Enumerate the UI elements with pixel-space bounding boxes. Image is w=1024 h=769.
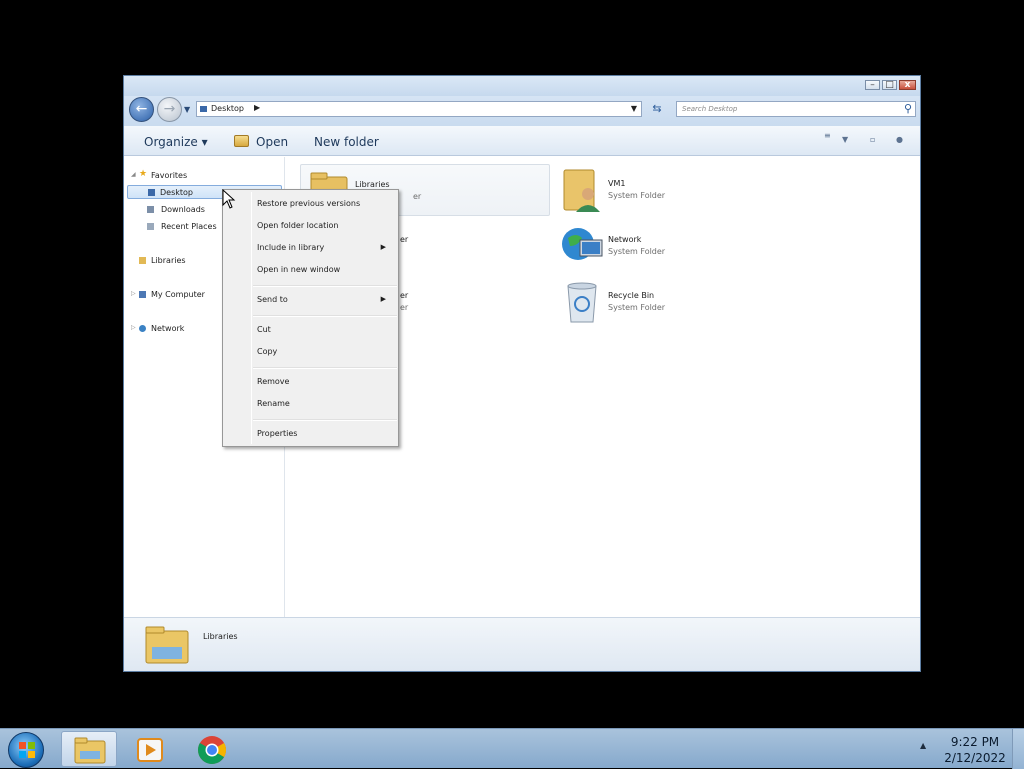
- details-pane: Libraries: [124, 617, 920, 671]
- open-button[interactable]: Open: [256, 135, 288, 149]
- clock-date[interactable]: 2/12/2022: [942, 751, 1008, 765]
- search-placeholder: Search Desktop: [682, 105, 738, 113]
- recent-pages-dropdown[interactable]: ▼: [184, 105, 190, 114]
- computer-icon: [139, 291, 146, 298]
- title-bar[interactable]: – □ x: [124, 76, 920, 96]
- command-bar: Organize ▾ Open New folder ≡ ▼ ▫ ●: [124, 126, 920, 156]
- desktop-folder-icon: [200, 106, 207, 112]
- item-vm1[interactable]: VM1 System Folder: [554, 164, 804, 216]
- forward-arrow-icon: →: [163, 101, 176, 117]
- downloads-icon: [147, 206, 154, 213]
- taskbar: ▲ 9:22 PM 2/12/2022: [0, 728, 1024, 769]
- nav-libraries-label: Libraries: [151, 256, 186, 265]
- menu-separator: [253, 367, 397, 369]
- navigation-bar: ← → ▼ Desktop ▶ ▼ ⇆ Search Desktop ⚲: [124, 96, 920, 126]
- submenu-arrow-icon: ▶: [380, 295, 386, 303]
- context-menu: Restore previous versions Open folder lo…: [222, 189, 399, 447]
- menu-separator: [253, 419, 397, 421]
- back-arrow-icon: ←: [135, 101, 148, 117]
- new-folder-button[interactable]: New folder: [314, 135, 379, 149]
- item-type: System Folder: [608, 191, 666, 200]
- refresh-button[interactable]: ⇆: [647, 101, 667, 117]
- item-name: Recycle Bin: [608, 291, 655, 300]
- recycle-bin-icon: [567, 282, 597, 323]
- start-button[interactable]: [8, 732, 44, 768]
- network-icon: [139, 325, 146, 332]
- item-type: System Folder: [608, 303, 666, 312]
- network-icon: [562, 228, 603, 260]
- nav-desktop-label: Desktop: [160, 188, 193, 197]
- submenu-arrow-icon: ▶: [380, 243, 386, 251]
- clock-time[interactable]: 9:22 PM: [942, 735, 1008, 749]
- address-dropdown-icon[interactable]: ▼: [631, 104, 637, 113]
- system-tray: ▲ 9:22 PM 2/12/2022: [916, 729, 1024, 769]
- nav-favorites-label: Favorites: [151, 171, 188, 180]
- taskbar-explorer[interactable]: [61, 731, 117, 767]
- libraries-icon: [139, 257, 146, 264]
- chrome-icon: [198, 736, 226, 764]
- star-icon: ★: [139, 169, 148, 179]
- item-type-fragment: er: [413, 192, 422, 201]
- view-dropdown-icon[interactable]: ▼: [842, 135, 848, 144]
- menu-send-to[interactable]: Send to: [257, 295, 288, 304]
- libraries-icon: [145, 626, 189, 664]
- organize-button[interactable]: Organize ▾: [144, 135, 208, 149]
- taskbar-chrome[interactable]: [185, 731, 241, 767]
- help-icon[interactable]: ●: [896, 135, 903, 144]
- menu-include-in-library[interactable]: Include in library: [257, 243, 324, 252]
- menu-separator: [253, 315, 397, 317]
- show-hidden-icons-icon[interactable]: ▲: [920, 741, 926, 750]
- explorer-icon: [74, 737, 106, 764]
- item-network[interactable]: Network System Folder: [554, 220, 804, 272]
- expand-icon[interactable]: ▷: [131, 324, 136, 331]
- item-name-fragment: er: [400, 291, 409, 300]
- forward-button[interactable]: →: [157, 97, 182, 122]
- view-options-icon[interactable]: ≡: [824, 131, 831, 140]
- item-type: System Folder: [608, 247, 666, 256]
- menu-separator: [253, 285, 397, 287]
- minimize-button[interactable]: –: [865, 80, 880, 90]
- menu-cut[interactable]: Cut: [257, 325, 271, 334]
- preview-pane-icon[interactable]: ▫: [870, 135, 875, 144]
- item-name: VM1: [608, 179, 626, 188]
- nav-my-computer-label: My Computer: [151, 290, 205, 299]
- open-folder-icon: [234, 135, 249, 147]
- item-name: Libraries: [355, 180, 390, 189]
- details-item-name: Libraries: [203, 632, 238, 641]
- taskbar-media-player[interactable]: [123, 731, 179, 767]
- recent-places-icon: [147, 223, 154, 230]
- desktop-icon: [148, 189, 155, 196]
- address-bar[interactable]: Desktop ▶ ▼: [196, 101, 642, 117]
- mouse-cursor-icon: [222, 189, 236, 209]
- item-recycle-bin[interactable]: Recycle Bin System Folder: [554, 276, 804, 328]
- windows-logo-icon: [19, 742, 35, 758]
- item-name-fragment: er: [400, 235, 409, 244]
- nav-network-label: Network: [151, 324, 185, 333]
- menu-remove[interactable]: Remove: [257, 377, 289, 386]
- item-name: Network: [608, 235, 642, 244]
- close-button[interactable]: x: [899, 80, 916, 90]
- menu-copy[interactable]: Copy: [257, 347, 277, 356]
- expand-icon[interactable]: ▷: [131, 290, 136, 297]
- nav-recent-places-label: Recent Places: [161, 222, 217, 231]
- menu-restore-previous-versions[interactable]: Restore previous versions: [257, 199, 360, 208]
- search-input[interactable]: Search Desktop ⚲: [676, 101, 916, 117]
- nav-favorites[interactable]: ◢ ★ Favorites: [124, 169, 284, 183]
- breadcrumb-arrow-icon[interactable]: ▶: [254, 103, 260, 112]
- address-text[interactable]: Desktop: [211, 104, 244, 113]
- menu-open-in-new-window[interactable]: Open in new window: [257, 265, 340, 274]
- search-icon[interactable]: ⚲: [904, 102, 912, 115]
- menu-open-folder-location[interactable]: Open folder location: [257, 221, 338, 230]
- menu-gutter: [251, 192, 252, 444]
- menu-rename[interactable]: Rename: [257, 399, 290, 408]
- back-button[interactable]: ←: [129, 97, 154, 122]
- maximize-button[interactable]: □: [882, 80, 897, 90]
- media-player-icon: [137, 738, 163, 762]
- show-desktop-button[interactable]: [1012, 729, 1024, 769]
- nav-downloads-label: Downloads: [161, 205, 205, 214]
- collapse-icon[interactable]: ◢: [131, 171, 136, 178]
- menu-properties[interactable]: Properties: [257, 429, 297, 438]
- user-folder-icon: [563, 169, 600, 212]
- item-type-fragment: er: [400, 303, 409, 312]
